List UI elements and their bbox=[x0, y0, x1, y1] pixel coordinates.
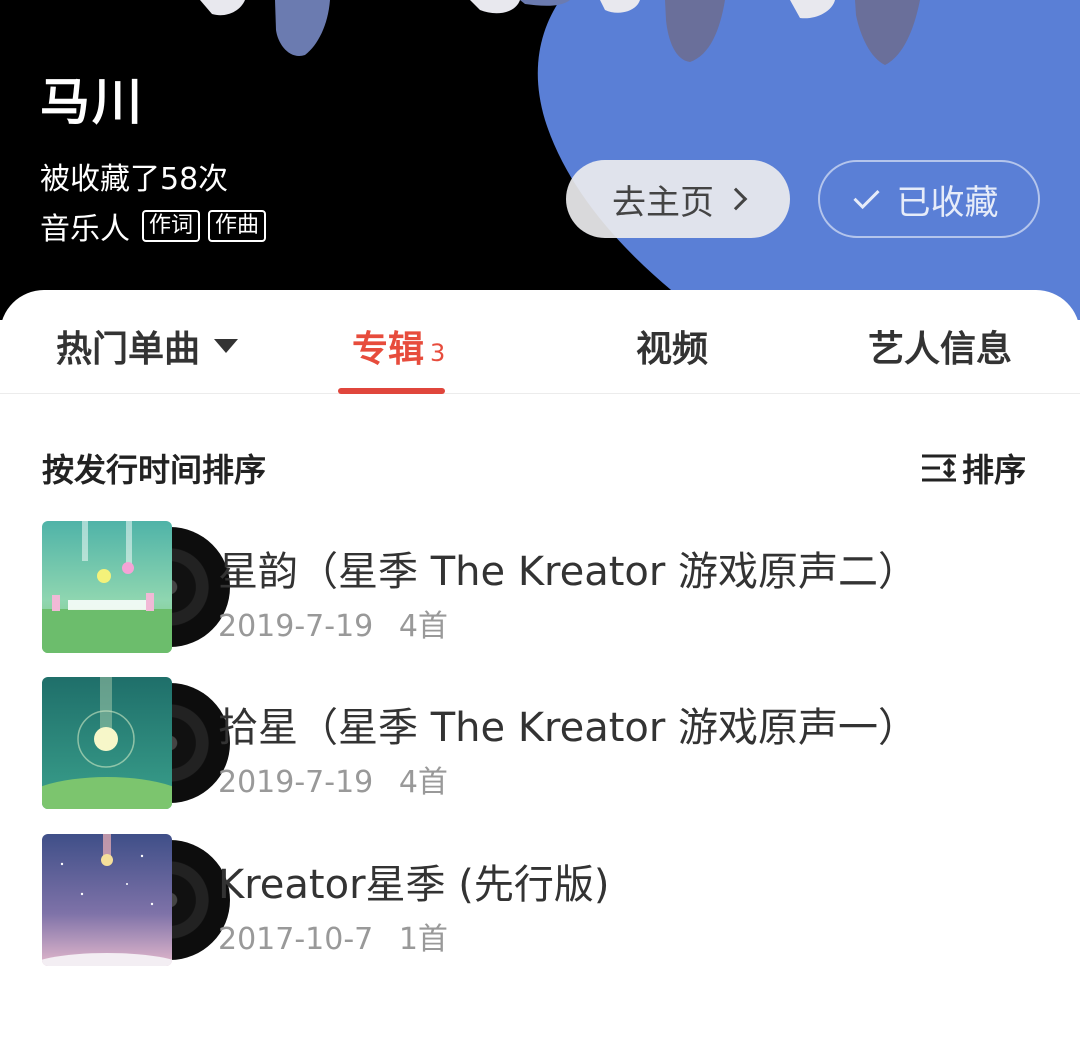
album-meta: 2019-7-19 4首 bbox=[218, 757, 448, 801]
go-homepage-button[interactable]: 去主页 bbox=[566, 160, 790, 238]
tab-albums-label: 专辑 bbox=[352, 329, 425, 370]
sort-icon bbox=[922, 454, 956, 482]
album-release-date: 2019-7-19 bbox=[218, 765, 374, 800]
tab-bar: 热门单曲 专辑 3 视频 艺人信息 bbox=[0, 290, 1080, 394]
album-cover bbox=[42, 677, 172, 809]
sort-button-label: 排序 bbox=[962, 451, 1027, 489]
favorited-button[interactable]: 已收藏 bbox=[818, 160, 1040, 238]
album-meta: 2017-10-7 1首 bbox=[218, 914, 448, 958]
album-track-count: 1首 bbox=[398, 922, 448, 957]
album-cover bbox=[42, 521, 172, 653]
album-release-date: 2017-10-7 bbox=[218, 922, 374, 957]
album-track-count: 4首 bbox=[398, 765, 448, 800]
album-title: 拾星（星季 The Kreator 游戏原声一） bbox=[218, 705, 919, 751]
chevron-right-icon bbox=[724, 187, 748, 211]
album-meta: 2019-7-19 4首 bbox=[218, 601, 448, 645]
tab-albums-count: 3 bbox=[430, 339, 446, 367]
tab-hot-songs-label: 热门单曲 bbox=[56, 329, 201, 370]
album-release-date: 2019-7-19 bbox=[218, 609, 374, 644]
role-tag-lyricist: 作词 bbox=[142, 210, 201, 242]
album-track-count: 4首 bbox=[398, 609, 448, 644]
go-homepage-label: 去主页 bbox=[612, 182, 714, 223]
sort-order-label: 按发行时间排序 bbox=[42, 451, 267, 489]
favorite-count: 被收藏了58次 bbox=[40, 162, 229, 197]
album-item[interactable]: Kreator星季 (先行版) 2017-10-7 1首 bbox=[42, 834, 1042, 966]
role-tag-composer: 作曲 bbox=[208, 210, 267, 242]
album-title: Kreator星季 (先行版) bbox=[218, 862, 610, 908]
album-title: 星韵（星季 The Kreator 游戏原声二） bbox=[218, 549, 919, 595]
content-panel: 热门单曲 专辑 3 视频 艺人信息 按发行时间排序 排序 星韵（星季 The K… bbox=[0, 290, 1080, 1039]
sort-button[interactable]: 排序 bbox=[920, 445, 1026, 491]
check-icon bbox=[852, 182, 880, 210]
album-cover bbox=[42, 834, 172, 966]
favorited-label: 已收藏 bbox=[896, 182, 999, 223]
artist-role-row: 音乐人 作词 作曲 bbox=[40, 204, 267, 248]
caret-down-icon bbox=[214, 339, 239, 353]
tab-albums[interactable]: 专辑 3 bbox=[352, 320, 445, 372]
tab-artist-info[interactable]: 艺人信息 bbox=[868, 320, 1012, 372]
tab-videos[interactable]: 视频 bbox=[636, 320, 708, 372]
artist-name: 马川 bbox=[40, 73, 144, 131]
album-item[interactable]: 星韵（星季 The Kreator 游戏原声二） 2019-7-19 4首 bbox=[42, 521, 1042, 653]
tab-hot-songs[interactable]: 热门单曲 bbox=[56, 320, 239, 372]
artist-header: 马川 被收藏了58次 音乐人 作词 作曲 去主页 已收藏 bbox=[0, 0, 1080, 320]
tab-artist-info-label: 艺人信息 bbox=[868, 329, 1013, 370]
tab-videos-label: 视频 bbox=[636, 329, 709, 370]
artist-role: 音乐人 bbox=[40, 212, 130, 247]
active-tab-indicator bbox=[338, 388, 445, 394]
album-item[interactable]: 拾星（星季 The Kreator 游戏原声一） 2019-7-19 4首 bbox=[42, 677, 1042, 809]
